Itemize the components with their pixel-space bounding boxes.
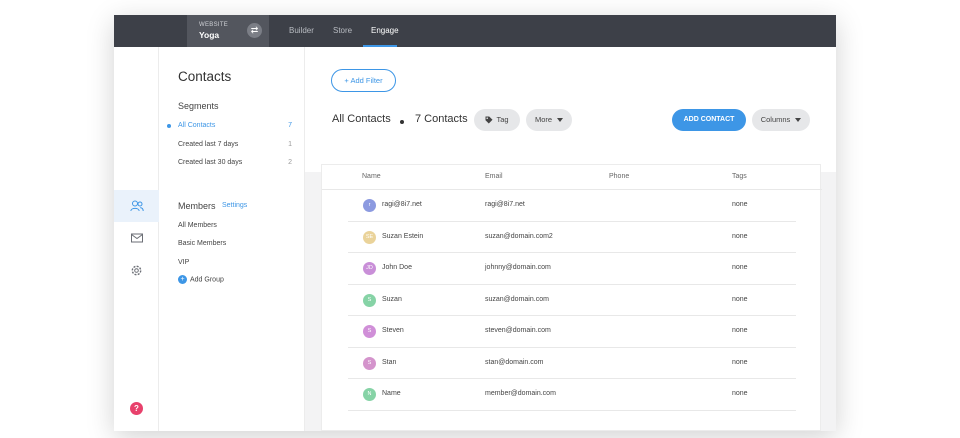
chevron-down-icon xyxy=(795,118,802,123)
group-all-members[interactable]: All Members xyxy=(178,222,294,229)
columns-label: Columns xyxy=(760,115,791,124)
segment-count: 7 xyxy=(288,122,292,129)
table-row[interactable]: r ragi@8i7.net ragi@8i7.net none xyxy=(348,190,796,222)
contact-email: steven@domain.com xyxy=(485,327,551,334)
contacts-table: Name Email Phone Tags r ragi@8i7.net ragi@… xyxy=(321,164,822,431)
add-group-label: Add Group xyxy=(190,276,224,284)
column-header-email[interactable]: Email xyxy=(485,173,503,180)
contact-tags: none xyxy=(732,201,748,208)
contacts-heading: All Contacts xyxy=(332,113,391,125)
add-group-button[interactable]: + Add Group xyxy=(178,275,224,284)
help-icon[interactable]: ? xyxy=(130,402,143,415)
table-header: Name Email Phone Tags xyxy=(322,165,822,190)
column-header-phone[interactable]: Phone xyxy=(609,173,629,180)
contact-tags: none xyxy=(732,327,748,334)
contact-email: suzan@domain.com2 xyxy=(485,232,553,240)
segment-last-30-days[interactable]: Created last 30 days 2 xyxy=(178,159,294,166)
members-heading: Members xyxy=(178,201,216,211)
members-settings-link[interactable]: Settings xyxy=(222,202,247,209)
segment-label: All Contacts xyxy=(178,122,216,129)
site-name: Yoga xyxy=(199,30,220,40)
tab-store[interactable]: Store xyxy=(333,26,352,35)
icon-rail: ? xyxy=(114,47,159,431)
column-header-name[interactable]: Name xyxy=(362,173,381,180)
mail-icon xyxy=(130,233,143,243)
app-window: WEBSITE Yoga ⇄ Builder Store Engage ? Co… xyxy=(114,15,836,431)
gear-icon xyxy=(131,265,142,275)
rail-item-mail[interactable] xyxy=(114,222,159,254)
contact-tags: none xyxy=(732,390,748,397)
contact-name: Steven xyxy=(382,327,404,334)
contact-tags: none xyxy=(732,232,748,240)
table-row[interactable]: N Name member@domain.com none xyxy=(348,379,796,411)
tab-builder[interactable]: Builder xyxy=(289,26,314,35)
add-contact-button[interactable]: ADD CONTACT xyxy=(672,109,746,131)
tag-icon xyxy=(485,116,493,124)
website-switcher[interactable]: WEBSITE Yoga ⇄ xyxy=(187,15,269,47)
segment-last-7-days[interactable]: Created last 7 days 1 xyxy=(178,141,294,148)
contacts-count: 7 Contacts xyxy=(415,113,468,125)
contact-name: ragi@8i7.net xyxy=(382,201,422,208)
avatar: S xyxy=(363,293,376,307)
contact-name: Suzan Estein xyxy=(382,232,424,240)
contact-name: Suzan xyxy=(382,295,402,303)
contacts-sidebar: Contacts Segments All Contacts 7 Created… xyxy=(159,47,305,431)
segment-label: Created last 7 days xyxy=(178,141,239,148)
column-header-tags[interactable]: Tags xyxy=(732,173,747,180)
contact-tags: none xyxy=(732,295,748,303)
avatar: r xyxy=(363,199,376,212)
add-filter-button[interactable]: + Add Filter xyxy=(331,69,396,92)
contact-email: ragi@8i7.net xyxy=(485,201,525,208)
chevron-down-icon xyxy=(557,118,564,123)
table-row[interactable]: S Stan stan@domain.com none xyxy=(348,348,796,379)
contact-email: member@domain.com xyxy=(485,390,556,397)
contact-email: suzan@domain.com xyxy=(485,295,549,303)
columns-dropdown[interactable]: Columns xyxy=(752,109,810,131)
rail-item-settings[interactable] xyxy=(114,254,159,286)
contact-name: Stan xyxy=(382,358,397,366)
contact-name: Name xyxy=(382,390,401,397)
table-row[interactable]: S Suzan suzan@domain.com none xyxy=(348,285,796,316)
more-label: More xyxy=(534,115,553,124)
top-bar: WEBSITE Yoga ⇄ Builder Store Engage xyxy=(114,15,836,47)
segment-count: 2 xyxy=(288,159,292,166)
avatar: JD xyxy=(363,262,376,275)
group-vip[interactable]: VIP xyxy=(178,259,294,266)
segment-label: Created last 30 days xyxy=(178,159,243,166)
site-kicker: WEBSITE xyxy=(199,22,229,28)
avatar: S xyxy=(363,325,376,338)
tab-engage[interactable]: Engage xyxy=(371,26,399,35)
contact-email: stan@domain.com xyxy=(485,358,544,366)
avatar: S xyxy=(363,356,376,370)
segment-count: 1 xyxy=(288,141,292,148)
avatar: SE xyxy=(363,230,376,244)
tag-label: Tag xyxy=(496,115,509,124)
contact-email: johnny@domain.com xyxy=(485,264,551,271)
contact-tags: none xyxy=(732,358,748,366)
heading-separator xyxy=(400,120,404,124)
contacts-main: + Add Filter All Contacts 7 Contacts Tag… xyxy=(305,47,836,431)
contact-tags: none xyxy=(732,264,748,271)
rail-item-contacts[interactable] xyxy=(114,190,159,222)
avatar: N xyxy=(363,388,376,401)
contact-name: John Doe xyxy=(382,264,412,271)
segments-heading: Segments xyxy=(178,101,219,111)
contacts-icon xyxy=(129,200,144,212)
segment-all-contacts[interactable]: All Contacts 7 xyxy=(167,122,294,129)
active-dot xyxy=(167,124,171,128)
table-row[interactable]: S Steven steven@domain.com none xyxy=(348,316,796,348)
table-row[interactable]: SE Suzan Estein suzan@domain.com2 none xyxy=(348,222,796,253)
tag-button[interactable]: Tag xyxy=(474,109,520,131)
plus-circle-icon: + xyxy=(178,275,187,284)
more-dropdown[interactable]: More xyxy=(526,109,572,131)
table-row[interactable]: JD John Doe johnny@domain.com none xyxy=(348,253,796,285)
sidebar-title: Contacts xyxy=(178,69,232,84)
swap-arrows-icon[interactable]: ⇄ xyxy=(247,23,262,38)
group-basic-members[interactable]: Basic Members xyxy=(178,240,294,247)
